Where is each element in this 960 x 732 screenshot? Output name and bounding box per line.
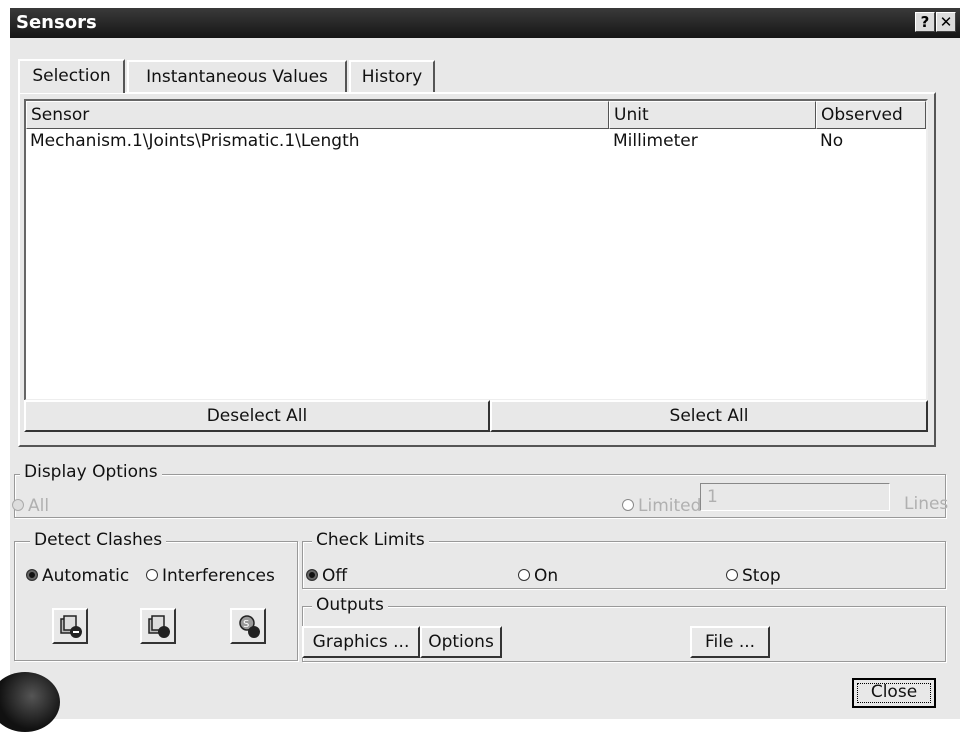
radio-selected-icon [26,569,38,581]
window-title: Sensors [16,12,97,33]
radio-selected-icon [306,569,318,581]
clash-stop-button[interactable] [52,608,88,644]
clash-interferences-label: Interferences [162,566,275,586]
radio-circle-icon [726,569,738,581]
options-button[interactable]: Options [420,626,502,658]
tab-history[interactable]: History [349,60,435,92]
column-header-sensor[interactable]: Sensor [26,101,609,129]
select-all-button[interactable]: Select All [490,400,928,432]
radio-circle-icon [622,499,634,511]
row-sensor-name[interactable]: Mechanism.1\Joints\Prismatic.1\Length [30,131,360,151]
limits-on-label: On [534,566,559,586]
display-all-radio[interactable]: All [12,496,49,516]
clash-off-button[interactable]: S [230,608,266,644]
row-sensor-unit[interactable]: Millimeter [613,131,698,151]
display-limited-label: Limited [638,496,702,516]
column-header-observed[interactable]: Observed [816,101,926,129]
limits-off-radio[interactable]: Off [306,566,347,586]
graphics-button[interactable]: Graphics ... [302,626,420,658]
limits-off-label: Off [322,566,348,586]
deselect-all-button[interactable]: Deselect All [24,400,490,432]
background-shape [0,672,60,732]
radio-circle-icon [146,569,158,581]
radio-dot-icon [12,499,24,511]
display-limited-radio[interactable]: Limited [622,496,701,516]
clash-interferences-radio[interactable]: Interferences [146,566,275,586]
display-all-label: All [28,496,50,516]
limits-stop-radio[interactable]: Stop [726,566,781,586]
tab-selection[interactable]: Selection [18,59,125,93]
sensor-list[interactable]: Sensor Unit Observed Mechanism.1\Joints\… [24,99,928,401]
outputs-label: Outputs [312,595,388,615]
clash-automatic-label: Automatic [42,566,130,586]
clash-detect-button[interactable] [140,608,176,644]
detect-clashes-label: Detect Clashes [30,530,167,550]
clash-stop-icon [60,615,82,638]
close-window-button[interactable]: ✕ [936,12,956,32]
close-button[interactable]: Close [852,678,936,708]
limited-lines-input[interactable]: 1 [700,483,890,511]
display-options-label: Display Options [20,462,162,482]
clash-automatic-radio[interactable]: Automatic [26,566,129,586]
svg-text:S: S [243,619,249,630]
tab-instantaneous-values[interactable]: Instantaneous Values [127,60,347,92]
file-button[interactable]: File ... [690,626,770,658]
limits-stop-label: Stop [742,566,781,586]
radio-circle-icon [518,569,530,581]
title-bar: Sensors ? ✕ [10,8,960,38]
column-header-unit[interactable]: Unit [609,101,816,129]
lines-label: Lines [904,494,949,514]
limits-on-radio[interactable]: On [518,566,558,586]
clash-off-icon: S [239,615,260,638]
check-limits-label: Check Limits [312,530,429,550]
clash-detect-icon [148,615,170,638]
help-button[interactable]: ? [915,12,935,32]
row-sensor-observed[interactable]: No [820,131,843,151]
